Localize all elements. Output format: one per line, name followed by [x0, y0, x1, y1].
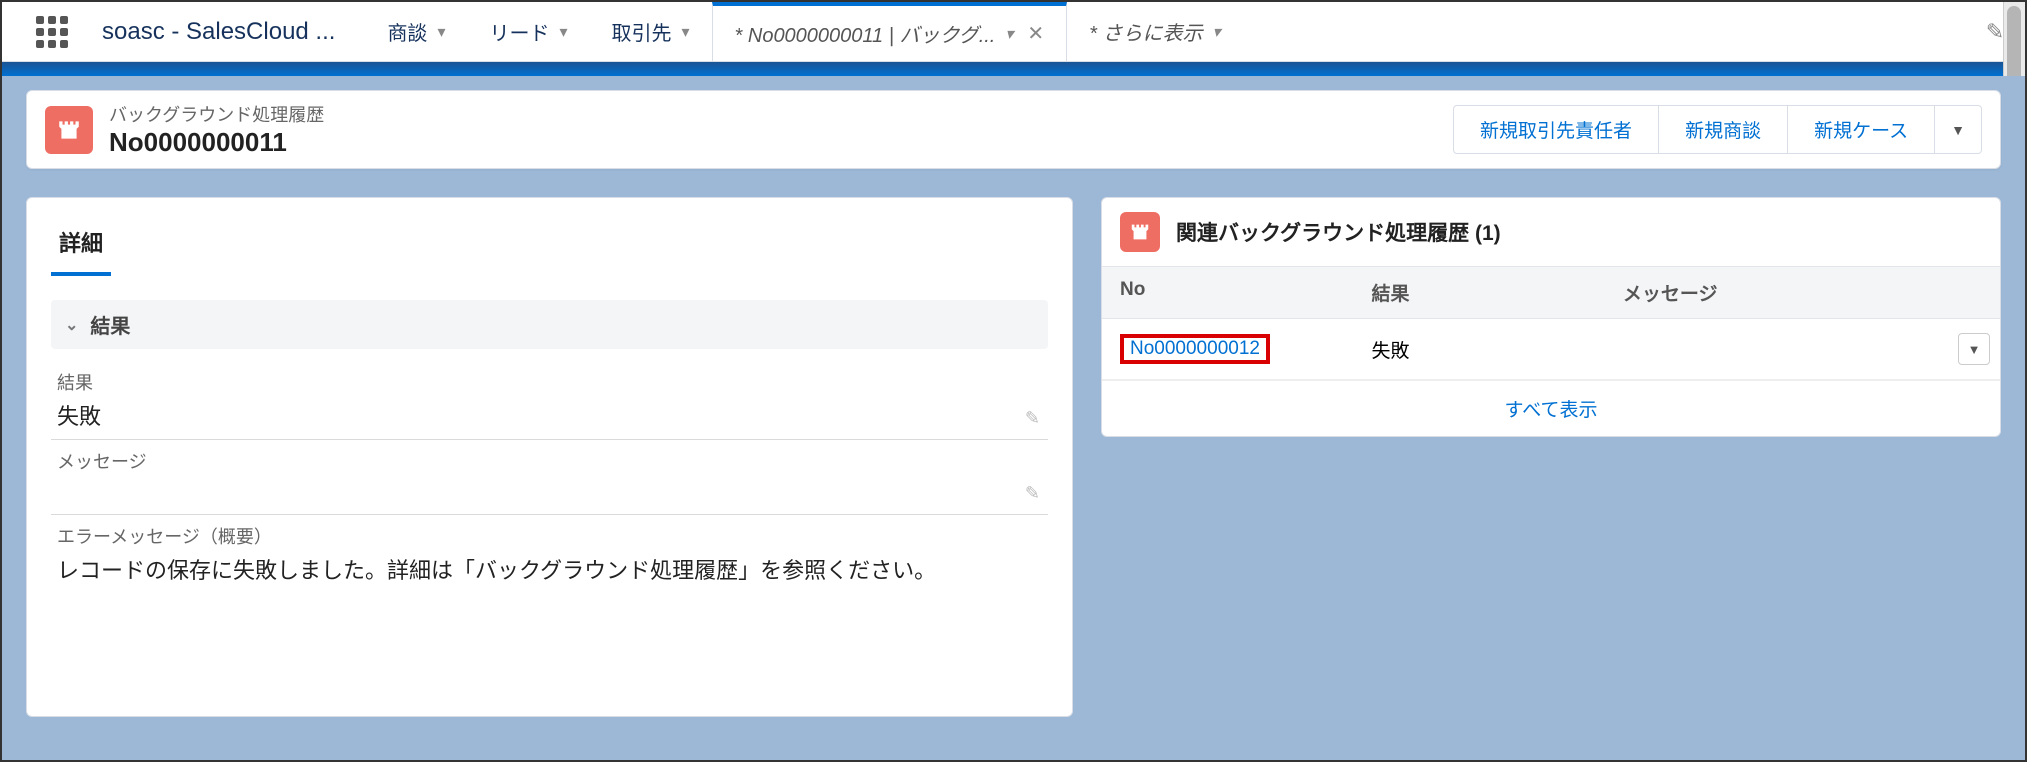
chevron-down-icon: ▼ [1968, 342, 1981, 357]
object-icon [1120, 212, 1160, 252]
pencil-icon: ✎ [1986, 19, 2004, 45]
details-tab-label: 詳細 [51, 216, 111, 276]
castle-icon [56, 117, 82, 143]
nav-label: 取引先 [612, 17, 672, 46]
record-header: バックグラウンド処理履歴 No0000000011 新規取引先責任者 新規商談 … [26, 90, 2001, 169]
related-table-header: No 結果 メッセージ [1102, 266, 2000, 319]
field-value: レコードの保存に失敗しました。詳細は「バックグラウンド処理履歴」を参照ください。 [57, 553, 1042, 585]
chevron-down-icon[interactable]: ▾ [1005, 24, 1013, 44]
chevron-down-icon: ▾ [559, 22, 567, 42]
col-result: 結果 [1353, 267, 1604, 318]
chevron-down-icon: ▾ [682, 22, 690, 42]
related-list-header: 関連バックグラウンド処理履歴 (1) [1102, 198, 2000, 266]
col-message: メッセージ [1605, 267, 2000, 318]
chevron-down-icon: ▾ [437, 22, 445, 42]
nav-label: 商談 [387, 17, 427, 46]
record-link[interactable]: No0000000012 [1130, 338, 1260, 359]
pencil-icon[interactable]: ✎ [1025, 483, 1040, 504]
app-name: soasc - SalesCloud ... [92, 2, 365, 61]
field-error-summary: エラーメッセージ（概要） レコードの保存に失敗しました。詳細は「バックグラウンド… [51, 515, 1048, 593]
field-value [57, 478, 1042, 506]
field-label: 結果 [57, 369, 1042, 395]
new-opportunity-button[interactable]: 新規商談 [1659, 105, 1788, 154]
section-result[interactable]: ⌄ 結果 [51, 300, 1048, 349]
tab-title: * No0000000011 | バックグ... [735, 19, 996, 48]
global-nav: soasc - SalesCloud ... 商談 ▾ リード ▾ 取引先 ▾ … [2, 2, 2025, 62]
workspace-tab-more[interactable]: * さらに表示 ▾ [1067, 2, 1242, 61]
action-buttons: 新規取引先責任者 新規商談 新規ケース ▼ [1453, 105, 1982, 154]
record-title-block: バックグラウンド処理履歴 No0000000011 [109, 101, 324, 158]
field-value: 失敗 [57, 399, 1042, 431]
pencil-icon[interactable]: ✎ [1025, 408, 1040, 429]
field-message: メッセージ ✎ [51, 440, 1048, 515]
record-type: バックグラウンド処理履歴 [109, 101, 324, 127]
field-label: エラーメッセージ（概要） [57, 523, 1042, 549]
cell-message [1605, 335, 1940, 363]
highlight-annotation: No0000000012 [1120, 334, 1270, 364]
col-no: No [1102, 267, 1353, 318]
new-contact-button[interactable]: 新規取引先責任者 [1453, 105, 1659, 154]
field-label: メッセージ [57, 448, 1042, 474]
castle-icon [1129, 221, 1151, 243]
section-title: 結果 [90, 310, 130, 339]
workspace-tab-active[interactable]: * No0000000011 | バックグ... ▾ ✕ [712, 2, 1068, 61]
brand-band [2, 62, 2025, 76]
nav-item-account[interactable]: 取引先 ▾ [590, 2, 712, 61]
details-panel: 詳細 ⌄ 結果 結果 失敗 ✎ メッセージ ✎ エラーメッセージ（概要） レコー… [26, 197, 1073, 717]
related-list-title: 関連バックグラウンド処理履歴 (1) [1176, 217, 1501, 247]
more-actions-button[interactable]: ▼ [1935, 105, 1982, 154]
row-actions-button[interactable]: ▼ [1958, 333, 1990, 365]
new-case-button[interactable]: 新規ケース [1788, 105, 1935, 154]
field-result: 結果 失敗 ✎ [51, 361, 1048, 440]
chevron-down-icon: ▾ [1213, 22, 1221, 42]
nav-label: リード [489, 17, 549, 46]
chevron-down-icon: ▼ [1951, 122, 1965, 138]
related-list-panel: 関連バックグラウンド処理履歴 (1) No 結果 メッセージ No0000000… [1101, 197, 2001, 437]
tab-title: * さらに表示 [1089, 17, 1202, 46]
chevron-down-icon: ⌄ [65, 315, 78, 335]
app-launcher-button[interactable] [32, 2, 72, 61]
nav-item-opportunity[interactable]: 商談 ▾ [365, 2, 467, 61]
nav-item-lead[interactable]: リード ▾ [467, 2, 589, 61]
waffle-icon [36, 16, 68, 48]
details-tab[interactable]: 詳細 [51, 216, 1048, 276]
record-name: No0000000011 [109, 127, 324, 158]
view-all-link[interactable]: すべて表示 [1102, 380, 2000, 436]
cell-result: 失敗 [1353, 322, 1604, 377]
object-icon [45, 106, 93, 154]
page-body: バックグラウンド処理履歴 No0000000011 新規取引先責任者 新規商談 … [2, 76, 2025, 760]
close-icon[interactable]: ✕ [1027, 21, 1044, 46]
table-row: No0000000012 失敗 ▼ [1102, 319, 2000, 380]
